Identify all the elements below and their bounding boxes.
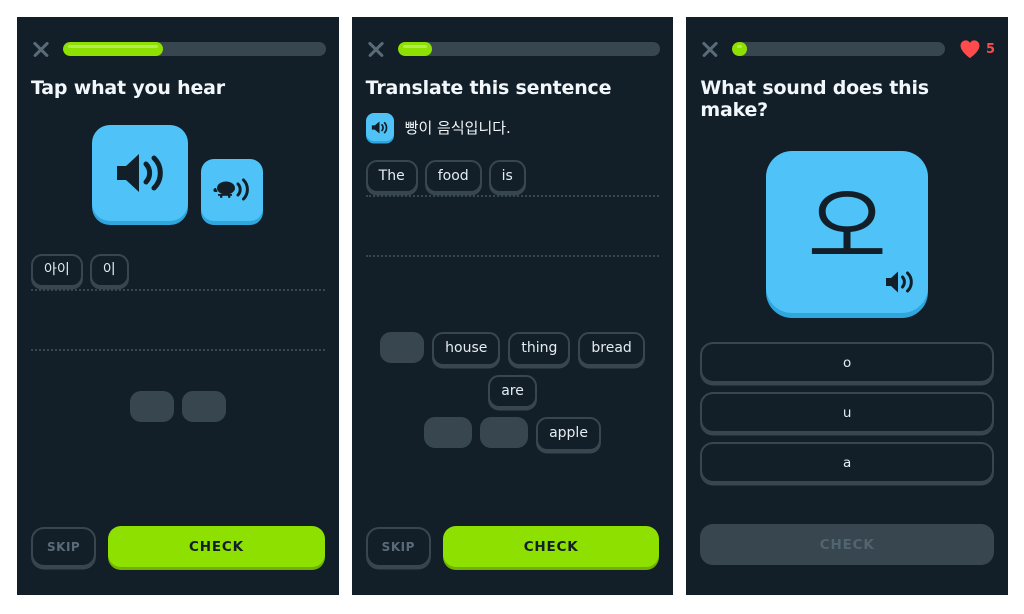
word-bank-tile[interactable]: house [432,332,501,366]
answer-tile[interactable]: 이 [89,253,129,287]
exercise-screens: Tap what you hear 아이 이 SKIP CHECK Transl… [0,0,1024,614]
audio-buttons [17,125,339,221]
choice-list: o u a [686,342,1008,483]
panel1-footer: SKIP CHECK [17,526,339,595]
check-button[interactable]: CHECK [442,526,660,567]
answer-line-1[interactable]: 아이 이 [31,249,325,291]
character-glyph: 오 [807,178,887,278]
panel-listening-exercise: Tap what you hear 아이 이 SKIP CHECK [17,17,339,595]
heart-icon [960,40,980,59]
speaker-icon [372,121,388,133]
word-bank-row-2: apple [352,417,674,451]
close-icon[interactable] [699,38,721,60]
character-card-wrap: 오 [686,151,1008,313]
check-button[interactable]: CHECK [108,526,325,567]
word-bank-tile[interactable]: are [488,374,537,409]
progress-bar [397,42,661,56]
source-sentence: 빵이 음식입니다. [404,118,511,137]
word-bank-blank [380,332,425,364]
speaker-button-sentence[interactable] [365,113,394,141]
answer-line-2[interactable] [31,309,325,351]
speaker-icon [117,154,164,192]
panel3-topbar: 5 [686,17,1008,61]
hearts-indicator[interactable]: 5 [956,39,995,59]
choice-option[interactable]: a [700,442,995,483]
word-bank-row-1: house thing bread are [352,332,674,409]
answer-tile[interactable]: is [488,159,526,193]
source-sentence-row: 빵이 음식입니다. [352,99,674,141]
panel-character-sound-exercise: 5 What sound does this make? 오 o u a CHE… [686,17,1009,595]
panel2-footer: SKIP CHECK [352,526,674,595]
check-button: CHECK [700,524,995,565]
hearts-count: 5 [985,41,996,57]
word-bank-tile[interactable]: thing [508,332,571,366]
page-title: Translate this sentence [365,77,612,99]
skip-button[interactable]: SKIP [31,526,97,567]
page-title: Tap what you hear [31,77,225,99]
answer-line-1[interactable]: The food is [365,155,660,197]
word-bank-blank [129,391,174,422]
answer-line-2[interactable] [365,215,660,257]
answer-tile[interactable]: The [365,159,418,193]
page-title: What sound does this make? [700,77,929,121]
progress-fill [732,42,748,56]
turtle-slow-speaker-icon [213,178,250,201]
word-bank-blank [480,417,529,449]
panel1-topbar [17,17,339,61]
progress-bar [732,42,945,56]
speaker-button-character[interactable] [884,269,914,299]
speaker-button-normal[interactable] [92,125,189,221]
word-bank-blank [181,391,226,422]
choice-option[interactable]: u [700,392,995,433]
panel2-topbar [352,17,674,61]
character-card[interactable]: 오 [766,151,929,313]
progress-fill [63,42,163,56]
word-bank [17,391,339,422]
answer-lines: The food is [352,155,674,257]
choice-option[interactable]: o [700,342,995,383]
answer-tile[interactable]: 아이 [31,253,83,287]
speaker-icon [886,271,913,293]
close-icon[interactable] [365,38,387,60]
panel-translate-exercise: Translate this sentence 빵이 음식입니다. The fo… [351,17,674,595]
word-bank-tile[interactable]: bread [578,332,645,366]
close-icon[interactable] [30,38,52,60]
word-bank-blank [424,417,473,449]
skip-button[interactable]: SKIP [365,526,431,567]
word-bank-tile[interactable]: apple [536,417,601,451]
answer-tile[interactable]: food [424,159,482,193]
progress-fill [397,42,432,56]
progress-bar [63,42,326,56]
panel3-footer: CHECK [686,524,1008,595]
answer-lines: 아이 이 [17,249,339,351]
speaker-button-slow[interactable] [201,159,264,221]
